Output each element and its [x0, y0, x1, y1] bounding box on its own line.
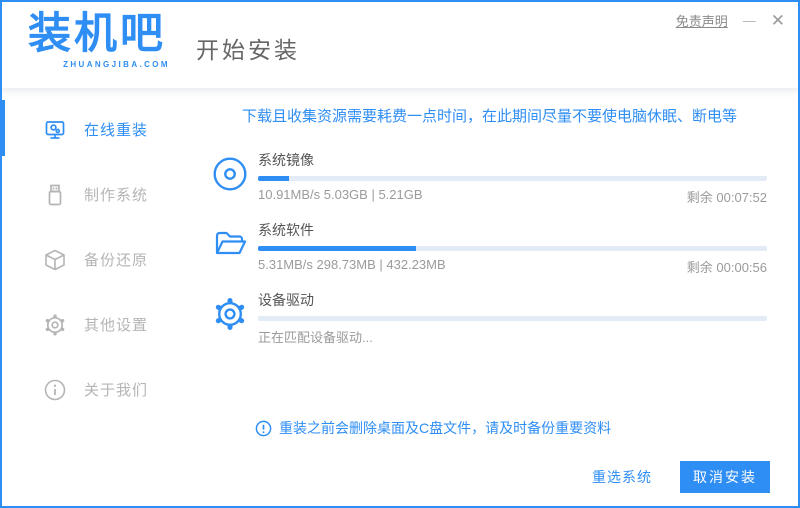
task-title: 系统软件 — [258, 222, 314, 238]
sidebar-item-label: 制作系统 — [84, 187, 149, 204]
page-title: 开始安装 — [196, 37, 300, 63]
info-icon — [44, 379, 66, 400]
folder-icon — [215, 231, 247, 255]
cancel-install-button[interactable]: 取消安装 — [680, 461, 770, 493]
sidebar-item-label: 其他设置 — [84, 317, 149, 334]
progress-fill — [258, 246, 416, 251]
task-title: 设备驱动 — [258, 292, 314, 308]
gear-icon — [45, 313, 65, 335]
sidebar-item-label: 在线重装 — [84, 122, 149, 139]
footer-actions: 重选系统 取消安装 — [592, 461, 770, 493]
task-row-device-driver: 设备驱动 正在匹配设备驱动... — [212, 290, 767, 346]
task-row-system-software: 系统软件 5.31MB/s 298.73MB | 432.23MB 剩余 00:… — [212, 220, 767, 276]
logo-subtext: ZHUANGJIBA.COM — [63, 60, 170, 69]
progress-bar — [258, 176, 767, 181]
sidebar: 在线重装 制作系统 备份还原 其他设置 关于我们 — [2, 88, 192, 506]
task-remaining: 剩余 00:00:56 — [686, 260, 767, 275]
logo-text: 装机吧 — [28, 10, 166, 58]
progress-bar — [258, 316, 767, 321]
app-logo: 装机吧 ZHUANGJIBA.COM — [28, 9, 170, 69]
disc-icon — [213, 157, 247, 191]
gear-icon — [215, 298, 245, 330]
warning-text: 下载且收集资源需要耗费一点时间，在此期间尽量不要使电脑休眠、断电等 — [241, 108, 737, 125]
progress-fill — [258, 176, 289, 181]
sidebar-item-about-us[interactable]: 关于我们 — [2, 357, 192, 422]
sidebar-item-other-settings[interactable]: 其他设置 — [2, 292, 192, 357]
sidebar-item-label: 备份还原 — [84, 252, 149, 269]
usb-icon — [48, 184, 62, 205]
window-controls: 免责声明 — ✕ — [676, 11, 785, 30]
task-row-system-image: 系统镜像 10.91MB/s 5.03GB | 5.21GB 剩余 00:07:… — [212, 150, 767, 206]
notice-text: 重装之前会删除桌面及C盘文件，请及时备份重要资料 — [279, 420, 612, 436]
alert-circle-icon — [255, 420, 272, 436]
monitor-icon — [45, 120, 65, 139]
close-icon[interactable]: ✕ — [771, 12, 785, 29]
task-stats: 5.31MB/s 298.73MB | 432.23MB — [258, 257, 446, 272]
sidebar-item-online-reinstall[interactable]: 在线重装 — [2, 97, 192, 162]
disclaimer-link[interactable]: 免责声明 — [676, 11, 728, 30]
task-remaining: 剩余 00:07:52 — [686, 190, 767, 205]
task-list: 系统镜像 10.91MB/s 5.03GB | 5.21GB 剩余 00:07:… — [212, 150, 767, 346]
sidebar-item-label: 关于我们 — [84, 382, 149, 399]
progress-bar — [258, 246, 767, 251]
minimize-icon[interactable]: — — [743, 14, 756, 27]
sidebar-item-make-system[interactable]: 制作系统 — [2, 162, 192, 227]
app-window: 装机吧 ZHUANGJIBA.COM 开始安装 免责声明 — ✕ 在线重装 制作… — [0, 0, 800, 508]
task-stats: 正在匹配设备驱动... — [258, 330, 373, 345]
task-stats: 10.91MB/s 5.03GB | 5.21GB — [258, 187, 423, 202]
reselect-system-button[interactable]: 重选系统 — [592, 467, 652, 487]
main-content: 下载且收集资源需要耗费一点时间，在此期间尽量不要使电脑休眠、断电等 系统镜像 1… — [192, 88, 798, 506]
sidebar-item-backup-restore[interactable]: 备份还原 — [2, 227, 192, 292]
backup-notice: 重装之前会删除桌面及C盘文件，请及时备份重要资料 — [255, 418, 767, 438]
body-row: 在线重装 制作系统 备份还原 其他设置 关于我们 下载且收集资源需要耗费一点时间… — [2, 88, 798, 506]
header: 装机吧 ZHUANGJIBA.COM 开始安装 免责声明 — ✕ — [2, 2, 798, 88]
task-title: 系统镜像 — [258, 152, 314, 168]
cube-icon — [45, 249, 65, 270]
